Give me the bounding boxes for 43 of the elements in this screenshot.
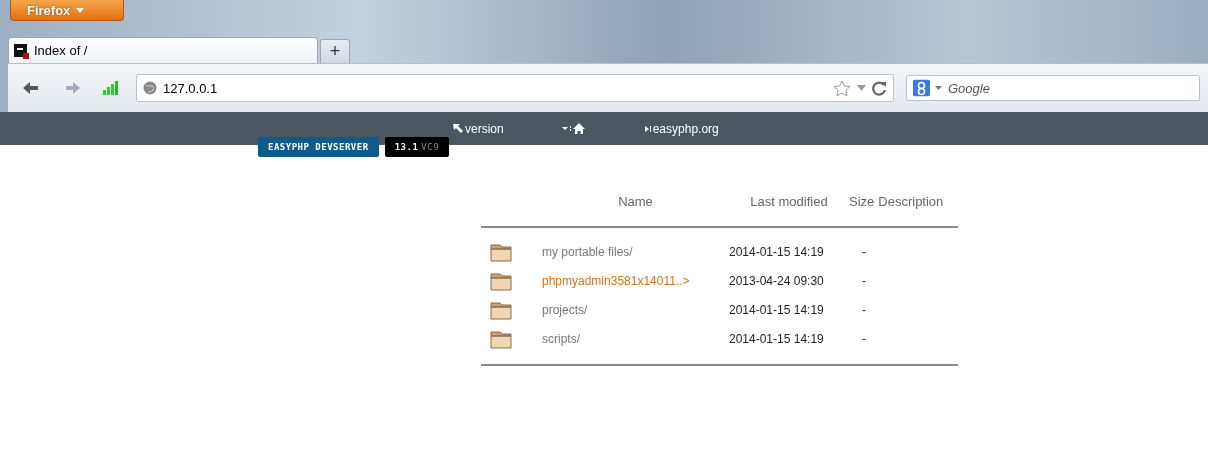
file-size: - [862, 331, 866, 346]
dropdown-triangle-icon [857, 85, 866, 91]
file-link[interactable]: phpmyadmin3581x14011..> [542, 273, 690, 288]
folder-icon [490, 328, 512, 349]
home-icon [572, 123, 585, 134]
globe-icon [143, 81, 157, 95]
file-size: - [862, 273, 866, 288]
home-link[interactable] [561, 123, 585, 134]
version-badge: 13.1 VC9 [384, 137, 450, 157]
star-icon [833, 79, 851, 97]
file-size: - [862, 302, 866, 317]
file-link[interactable]: my portable files/ [542, 244, 633, 259]
column-header: Last modified [749, 192, 829, 211]
folder-icon [490, 270, 512, 291]
play-icon [644, 125, 651, 132]
modified-date: 2014-01-15 14:19 [729, 331, 824, 346]
modified-date: 2013-04-24 09:30 [729, 273, 824, 288]
file-link[interactable]: scripts/ [542, 331, 580, 346]
caret-icon [76, 7, 85, 13]
file-size: - [862, 244, 866, 259]
forward-arrow-icon [64, 80, 82, 96]
file-link[interactable]: projects/ [542, 302, 588, 317]
browser-tab[interactable]: Index of / [8, 37, 318, 63]
column-header: Description [878, 193, 944, 209]
column-header: Name [617, 192, 654, 211]
modified-date: 2014-01-15 14:19 [729, 244, 824, 259]
folder-icon [490, 299, 512, 320]
search-field[interactable]: Google [906, 75, 1200, 101]
site-link[interactable]: easyphp.org [644, 121, 719, 136]
modified-date: 2014-01-15 14:19 [729, 302, 824, 317]
caret-icon [935, 86, 942, 90]
product-badge: EASYPHP DEVSERVER [258, 137, 379, 157]
site-favicon-icon [14, 42, 30, 59]
back-arrow-icon [22, 80, 40, 96]
address-bar[interactable]: 127.0.0.1 [136, 74, 894, 102]
reload-icon [872, 80, 887, 96]
column-header: Size [849, 193, 875, 209]
caret-icon [561, 126, 571, 131]
signal-bars-icon [102, 81, 118, 95]
folder-icon [490, 241, 512, 262]
arrow-icon [452, 123, 463, 134]
new-tab-button[interactable]: + [320, 39, 350, 63]
version-link[interactable]: version [452, 121, 504, 136]
